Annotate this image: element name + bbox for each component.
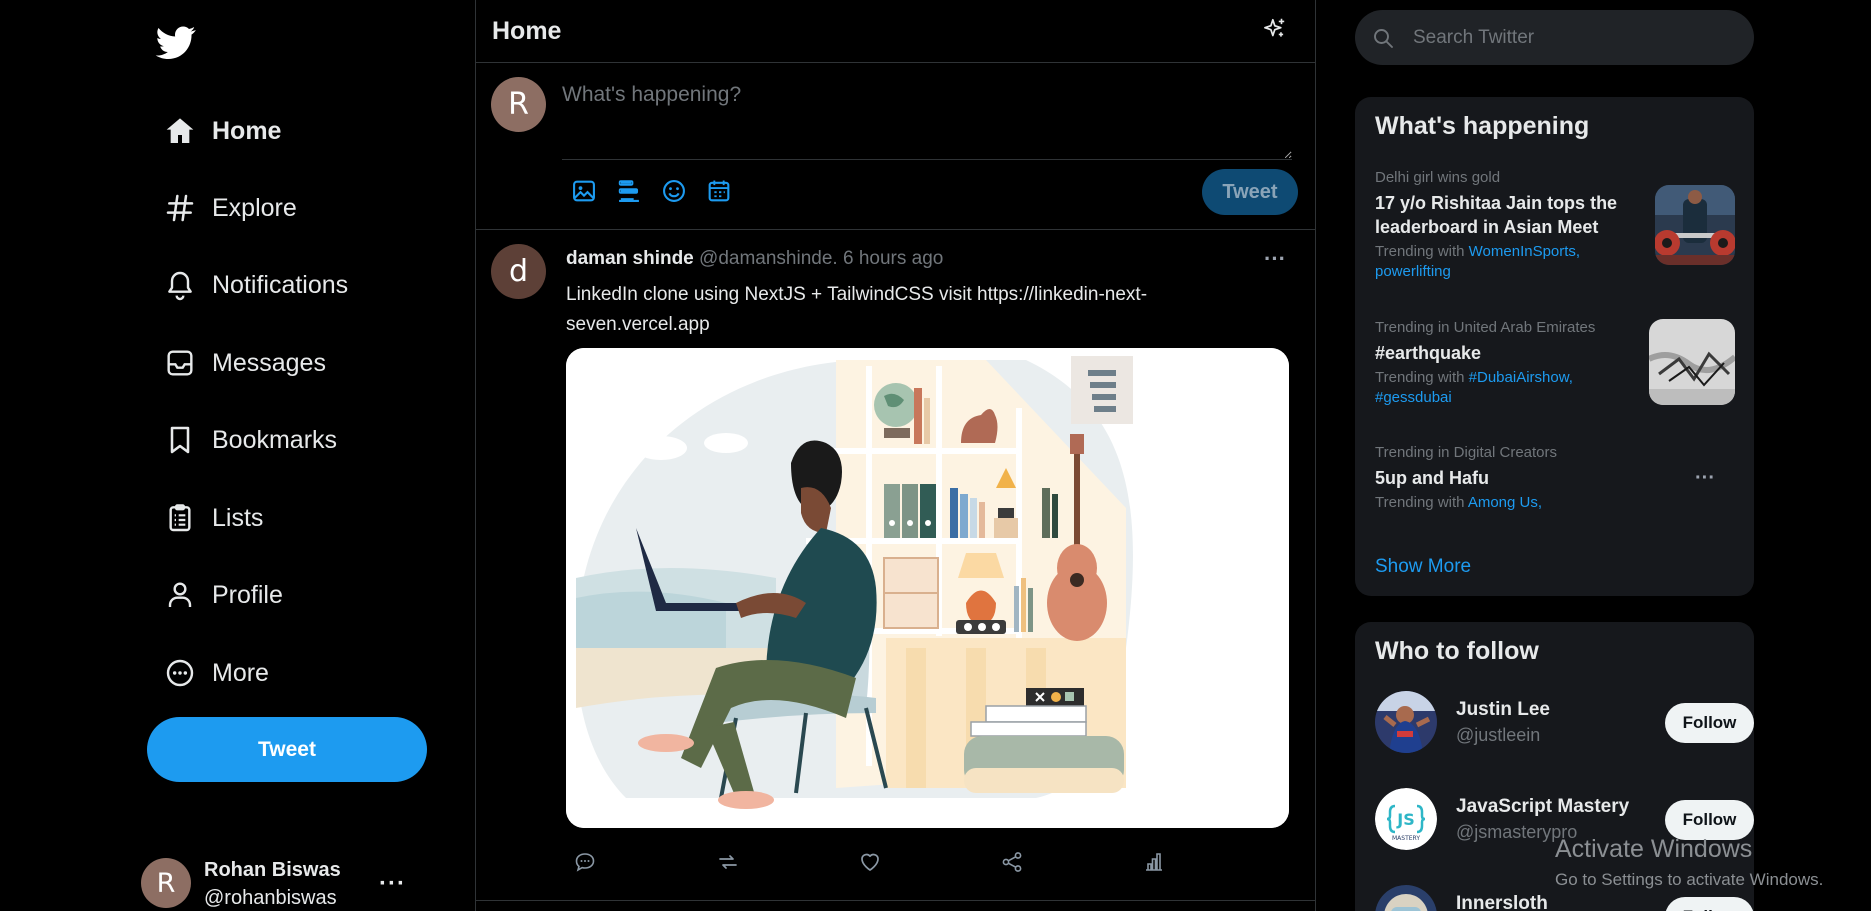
trend-tags: Trending with #DubaiAirshow, #gessdubai [1375,368,1585,408]
compose-input[interactable] [562,75,1292,160]
trend-title: 17 y/o Rishitaa Jain tops the leaderboar… [1375,193,1618,237]
account-handle: @rohanbiswas [204,887,337,909]
account-switcher[interactable]: R Rohan Biswas @rohanbiswas ··· [141,858,486,909]
inbox-icon [164,347,196,379]
post-header: daman shinde @damanshinde. 6 hours ago [566,248,943,270]
post-image[interactable] [566,348,1289,828]
main-timeline: Home R Tweet d daman shinde @damanshinde… [475,0,1316,911]
avatar[interactable] [1375,885,1437,911]
nav-label: Explore [212,193,297,222]
trends-card: What's happening Delhi girl wins gold 17… [1355,97,1754,596]
svg-text:MASTERY: MASTERY [1392,835,1420,842]
sparkle-icon[interactable] [1262,16,1288,42]
post-text: LinkedIn clone using NextJS + TailwindCS… [566,284,1148,335]
trend-tags-prefix: Trending with [1375,243,1469,260]
person-icon [164,579,196,611]
follow-suggestion[interactable]: Justin Lee @justleein Follow [1375,691,1754,755]
search-input[interactable] [1411,22,1735,54]
left-sidebar: Home Explore Notifications Messages Book… [0,0,476,911]
follow-title: Who to follow [1375,637,1539,665]
post-time: 6 hours ago [842,248,944,269]
schedule-icon[interactable] [705,177,733,205]
nav-label: Profile [212,580,283,609]
svg-text:JS: JS [1396,810,1414,829]
tweet-post[interactable]: d daman shinde @damanshinde. 6 hours ago… [476,230,1315,901]
follow-suggestion[interactable]: Innersloth Follow [1375,885,1754,911]
trend-tag-link[interactable]: Among Us, [1468,494,1542,511]
follow-handle: @jsmasterypro [1456,822,1578,842]
bell-icon [164,269,196,301]
analytics-icon[interactable] [1142,850,1166,874]
avatar: R [491,77,546,132]
more-dots-icon[interactable]: ··· [1695,467,1715,490]
follow-button[interactable]: Follow [1665,703,1754,743]
avatar: R [141,858,191,908]
nav-label: Bookmarks [212,425,338,454]
show-more-link[interactable]: Show More [1375,556,1471,578]
account-name: Rohan Biswas [204,859,341,881]
nav-bookmarks[interactable]: Bookmarks [164,415,337,465]
tweet-composer: R Tweet [476,63,1315,230]
trend-title: 5up and Hafu [1375,468,1490,488]
compose-tweet-button[interactable]: Tweet [1202,169,1298,215]
nav-lists[interactable]: Lists [164,493,263,543]
avatar[interactable] [1375,691,1437,753]
nav-more[interactable]: More [164,648,269,698]
trend-thumbnail[interactable] [1655,185,1735,265]
follow-suggestion[interactable]: JS MASTERY JavaScript Mastery @jsmasteryp… [1375,788,1754,852]
hashtag-icon [164,192,196,224]
trend-item[interactable]: Trending in Digital Creators 5up and Haf… [1375,444,1745,513]
clipboard-list-icon [164,502,196,534]
bookmark-icon [164,424,196,456]
search-icon [1371,26,1395,50]
nav-profile[interactable]: Profile [164,570,283,620]
page-title: Home [492,17,562,45]
trend-tags: Trending with WomenInSports, powerliftin… [1375,242,1625,282]
follow-name: Justin Lee [1456,699,1550,720]
trend-tags: Trending with Among Us, [1375,493,1745,513]
share-icon[interactable] [1000,850,1024,874]
nav-explore[interactable]: Explore [164,183,297,233]
follow-button[interactable]: Follow [1665,897,1754,911]
like-icon[interactable] [858,850,882,874]
trend-tags-prefix: Trending with [1375,494,1468,511]
nav-messages[interactable]: Messages [164,338,326,388]
post-author[interactable]: daman shinde [566,248,694,269]
trend-thumbnail[interactable] [1649,319,1735,405]
more-circle-icon [164,657,196,689]
who-to-follow-card: Who to follow Justin Lee @justleein Foll… [1355,622,1754,911]
nav-label: Messages [212,348,326,377]
reply-icon[interactable] [573,850,597,874]
trend-context: Delhi girl wins gold [1375,169,1501,186]
emoji-icon[interactable] [660,177,688,205]
nav-home[interactable]: Home [164,106,281,156]
nav-label: Home [212,116,282,145]
nav-notifications[interactable]: Notifications [164,260,348,310]
follow-name: Innersloth [1456,893,1548,911]
follow-handle: @justleein [1456,725,1541,745]
image-icon[interactable] [570,177,598,205]
search-bar[interactable] [1355,10,1754,65]
timeline-header: Home [476,0,1315,63]
nav-label: More [212,658,269,687]
avatar[interactable]: d [491,244,546,299]
post-handle[interactable]: @damanshinde. [699,248,838,269]
poll-icon[interactable] [615,177,643,205]
nav-label: Notifications [212,270,349,299]
avatar[interactable]: JS MASTERY [1375,788,1437,850]
follow-name: JavaScript Mastery [1456,796,1630,817]
trend-context: Trending in Digital Creators [1375,444,1558,461]
more-dots-icon[interactable]: ··· [1264,246,1286,272]
home-icon [164,115,196,147]
trends-title: What's happening [1375,112,1590,140]
trend-tags-prefix: Trending with [1375,369,1469,386]
more-dots-icon[interactable]: ··· [379,870,406,898]
retweet-icon[interactable] [716,850,740,874]
nav-label: Lists [212,503,264,532]
follow-button[interactable]: Follow [1665,800,1754,840]
tweet-button[interactable]: Tweet [147,717,427,782]
twitter-bird-icon[interactable] [155,22,197,62]
